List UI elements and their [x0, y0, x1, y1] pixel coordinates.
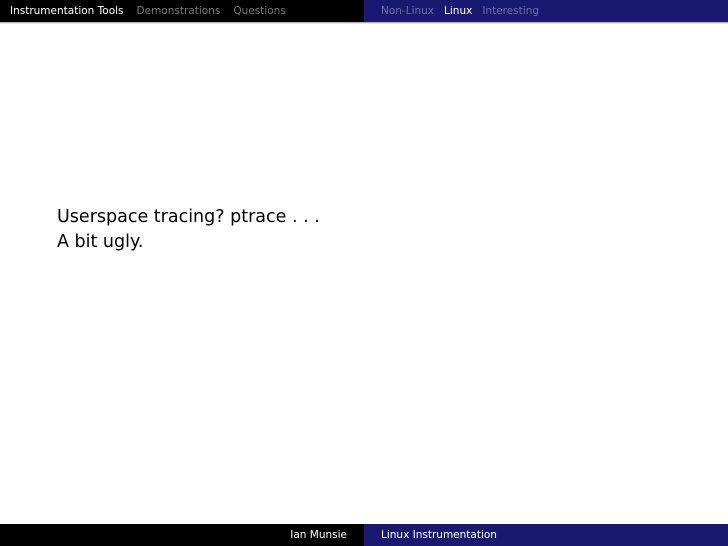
nav-section-demonstrations[interactable]: Demonstrations	[137, 5, 221, 17]
slide-text-line-1: Userspace tracing? ptrace . . .	[57, 207, 320, 227]
nav-section-instrumentation-tools[interactable]: Instrumentation Tools	[10, 5, 124, 17]
footer-title: Linux Instrumentation	[381, 529, 497, 541]
header-navigation-bar: Instrumentation Tools Demonstrations Que…	[0, 0, 728, 22]
nav-subsection-interesting[interactable]: Interesting	[482, 5, 539, 17]
nav-subsection-non-linux[interactable]: Non-Linux	[381, 5, 434, 17]
footer-bar: Ian Munsie Linux Instrumentation	[0, 524, 728, 546]
slide-content: Userspace tracing? ptrace . . . A bit ug…	[57, 205, 320, 255]
section-navigation: Instrumentation Tools Demonstrations Que…	[0, 0, 364, 22]
footer-author-panel: Ian Munsie	[0, 524, 364, 546]
slide-text-line-2: A bit ugly.	[57, 232, 144, 252]
nav-section-questions[interactable]: Questions	[233, 5, 285, 17]
nav-subsection-linux[interactable]: Linux	[444, 5, 472, 17]
subsection-navigation: Non-Linux Linux Interesting	[364, 0, 728, 22]
footer-author: Ian Munsie	[290, 529, 347, 541]
header-divider	[0, 22, 728, 24]
footer-title-panel: Linux Instrumentation	[364, 524, 728, 546]
